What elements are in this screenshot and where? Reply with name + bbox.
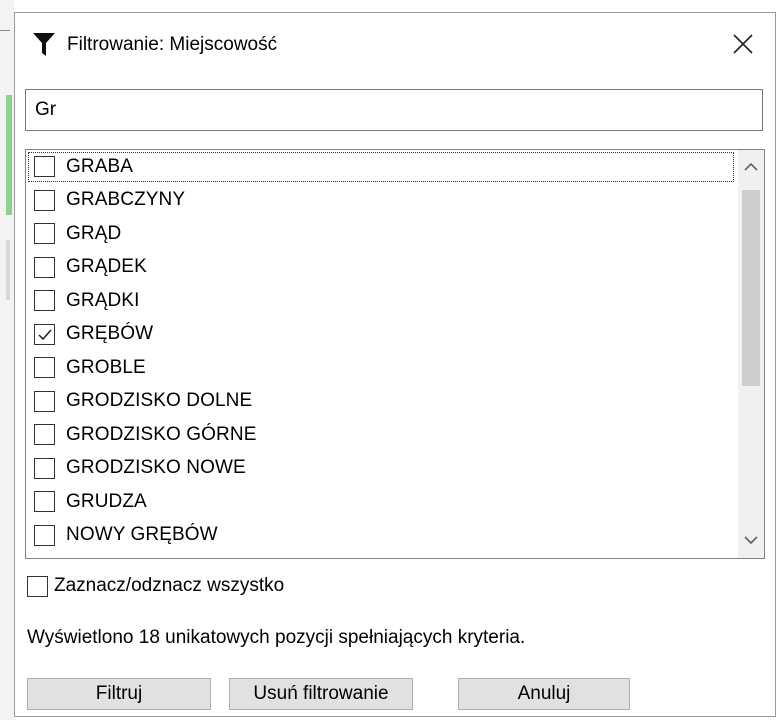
list-item-label: GRĄDKI: [66, 289, 140, 311]
cancel-button[interactable]: Anuluj: [458, 678, 630, 710]
item-checkbox[interactable]: [34, 424, 55, 446]
filter-icon: [33, 33, 55, 57]
vertical-scrollbar[interactable]: [738, 150, 764, 558]
scroll-down-button[interactable]: [738, 524, 764, 558]
background-fragment: [6, 95, 12, 215]
checkmark-icon: [38, 329, 52, 340]
status-text: Wyświetlono 18 unikatowych pozycji spełn…: [27, 627, 526, 648]
list-item-label: GRODZISKO GÓRNE: [66, 423, 257, 445]
item-checkbox[interactable]: [34, 256, 55, 278]
list-item[interactable]: GRABCZYNY: [26, 184, 738, 218]
close-button[interactable]: [723, 25, 763, 65]
background-fragment: [0, 30, 10, 31]
filter-button[interactable]: Filtruj: [27, 678, 211, 710]
list-item[interactable]: GRĄDEK: [26, 251, 738, 285]
background-fragment: [6, 240, 10, 300]
list-item[interactable]: GRUDZA: [26, 485, 738, 519]
list-item-label: GRABA: [66, 155, 134, 177]
select-all-checkbox[interactable]: Zaznacz/odznacz wszystko: [27, 575, 284, 597]
select-all-checkbox-box[interactable]: [27, 575, 48, 597]
list-item[interactable]: GRĘBÓW: [26, 318, 738, 352]
list-item-label: GRĄDEK: [66, 256, 147, 278]
list-item-label: GRABCZYNY: [66, 189, 186, 211]
list-item-label: GRODZISKO NOWE: [66, 457, 246, 479]
item-checkbox[interactable]: [34, 390, 55, 412]
list-item[interactable]: GRODZISKO NOWE: [26, 452, 738, 486]
list-item[interactable]: GRABA: [26, 150, 738, 184]
item-checkbox[interactable]: [34, 524, 55, 546]
filter-dialog: Filtrowanie: Miejscowość GRABAGRABCZYNYG…: [14, 12, 776, 717]
dialog-title: Filtrowanie: Miejscowość: [67, 34, 278, 55]
list-item[interactable]: GRODZISKO GÓRNE: [26, 418, 738, 452]
list-item-label: GRĄD: [66, 222, 122, 244]
item-checkbox[interactable]: [34, 323, 55, 345]
chevron-down-icon: [744, 532, 758, 550]
list-item[interactable]: GROBLE: [26, 351, 738, 385]
item-checkbox[interactable]: [34, 357, 55, 379]
list-item-label: NOWY GRĘBÓW: [66, 524, 218, 546]
value-list: GRABA GRABCZYNY GRĄD GRĄDEK GRĄDKI GRĘBÓW GROB…: [26, 150, 738, 558]
search-input[interactable]: [25, 89, 763, 131]
list-item-label: GROBLE: [66, 356, 146, 378]
chevron-up-icon: [744, 158, 758, 176]
list-item[interactable]: GRĄD: [26, 217, 738, 251]
list-item[interactable]: GRODZISKO DOLNE: [26, 385, 738, 419]
list-item-label: GRUDZA: [66, 490, 147, 512]
select-all-label: Zaznacz/odznacz wszystko: [54, 575, 285, 596]
scrollbar-thumb[interactable]: [742, 190, 760, 386]
list-item-label: GRĘBÓW: [66, 323, 154, 345]
list-item-label: GRODZISKO DOLNE: [66, 390, 253, 412]
close-icon: [733, 29, 753, 61]
item-checkbox[interactable]: [34, 457, 55, 479]
background-app-edge: [0, 0, 14, 720]
item-checkbox[interactable]: [34, 290, 55, 312]
clear-filter-button[interactable]: Usuń filtrowanie: [229, 678, 413, 710]
item-checkbox[interactable]: [34, 156, 55, 178]
list-item[interactable]: GRĄDKI: [26, 284, 738, 318]
focus-ring: [28, 152, 734, 182]
list-item[interactable]: NOWY GRĘBÓW: [26, 519, 738, 553]
item-checkbox[interactable]: [34, 189, 55, 211]
title-bar: Filtrowanie: Miejscowość: [15, 13, 775, 73]
item-checkbox[interactable]: [34, 491, 55, 513]
value-listbox[interactable]: GRABA GRABCZYNY GRĄD GRĄDEK GRĄDKI GRĘBÓW GROB…: [25, 149, 765, 559]
scroll-up-button[interactable]: [738, 150, 764, 184]
item-checkbox[interactable]: [34, 223, 55, 245]
